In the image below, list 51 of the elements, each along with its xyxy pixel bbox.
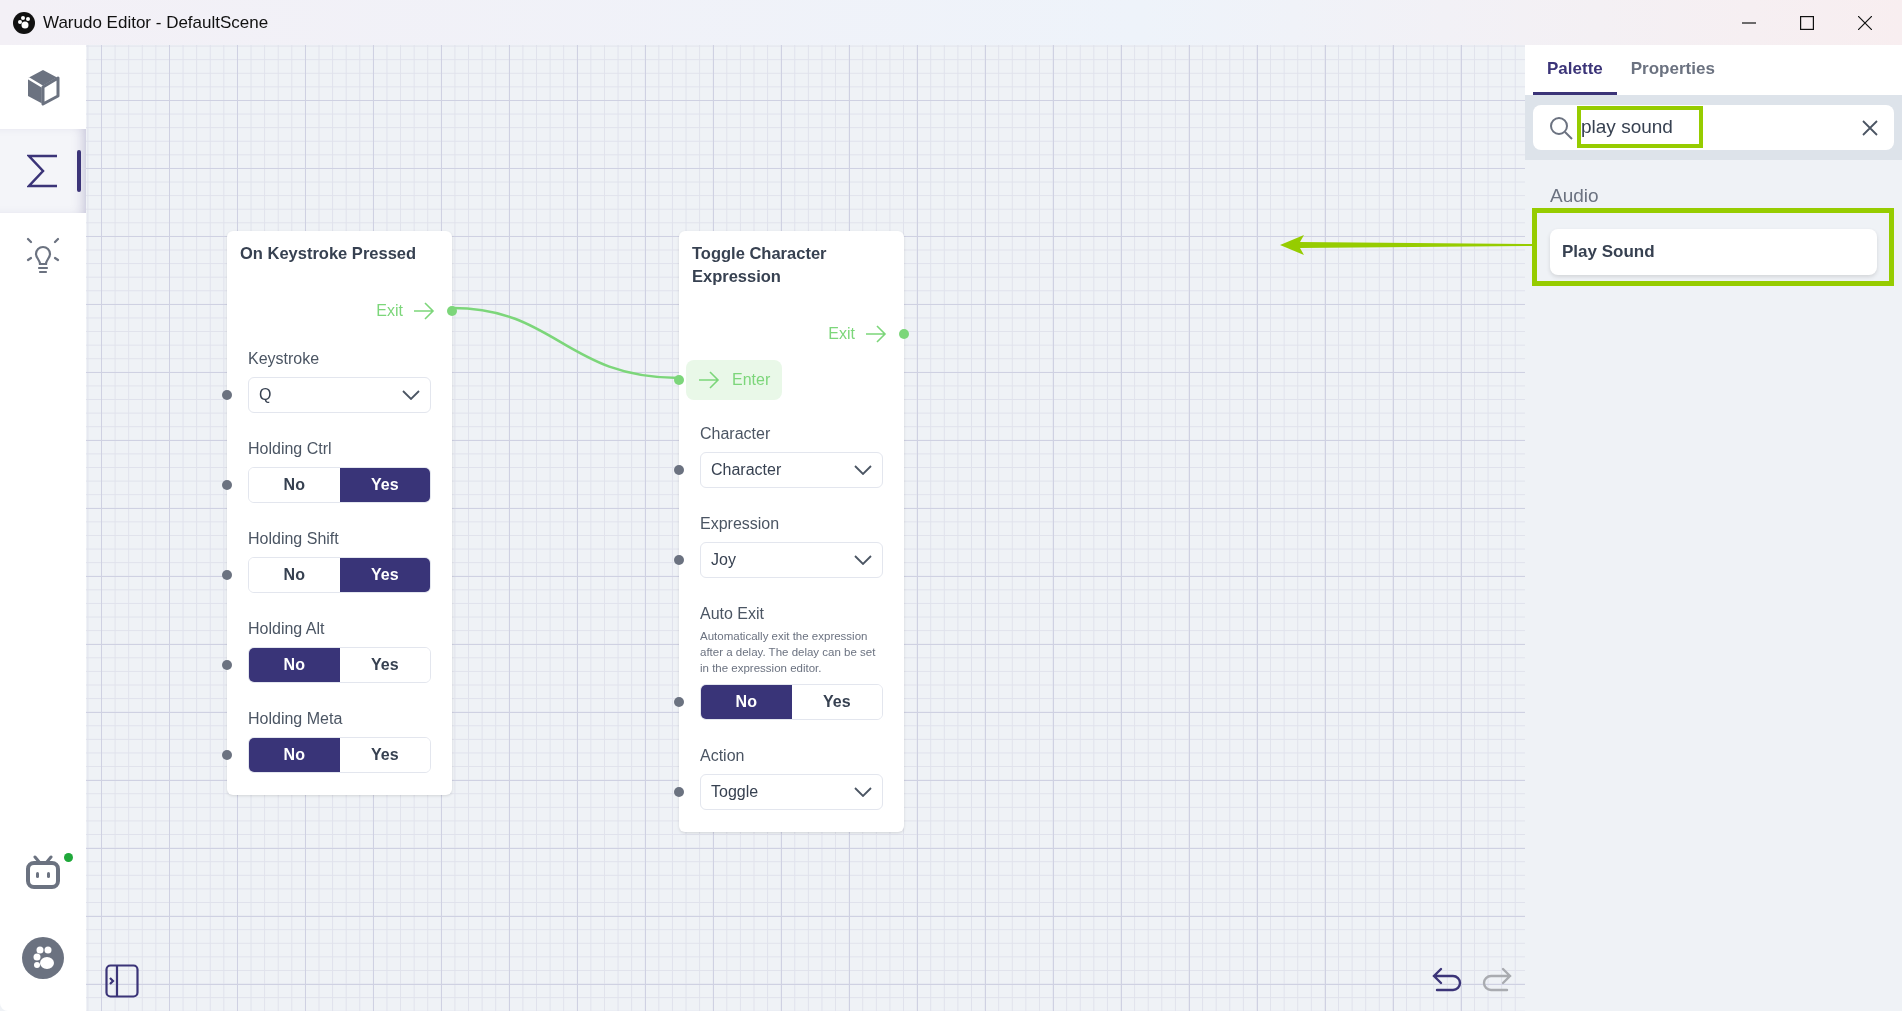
dropdown[interactable]: Toggle: [700, 774, 883, 810]
output-label: Exit: [376, 301, 403, 321]
app-logo-icon: [13, 11, 35, 34]
search-icon: [1549, 115, 1573, 140]
field-label: Character: [700, 424, 772, 444]
field-label: Holding Ctrl: [248, 439, 333, 459]
minimize-icon: [1742, 21, 1756, 24]
cube-icon: [25, 68, 61, 106]
arrow-right-icon: [413, 302, 435, 320]
sidebar-item[interactable]: [0, 129, 86, 213]
chevron-down-icon: [854, 787, 872, 797]
chevron-down-icon: [854, 465, 872, 475]
chevron-down-icon: [402, 390, 420, 400]
search-field[interactable]: play sound: [1533, 105, 1894, 150]
node-title: Toggle Character Expression: [692, 243, 828, 287]
node-title: On Keystroke Pressed: [240, 243, 418, 264]
sigma-icon: [27, 154, 59, 188]
toggle-option[interactable]: No: [249, 648, 340, 682]
dropdown[interactable]: Q: [248, 377, 431, 413]
palette-item[interactable]: Play Sound: [1550, 228, 1877, 275]
toggle-option[interactable]: No: [701, 685, 792, 719]
dropdown[interactable]: Character: [700, 452, 883, 488]
field-label: Holding Shift: [248, 529, 340, 549]
chevron-down-icon: [854, 555, 872, 565]
arrow-right-icon: [698, 371, 720, 389]
input-label: Enter: [732, 370, 771, 390]
panel-toggle-button[interactable]: [102, 961, 142, 1001]
group-heading: Audio: [1550, 184, 1600, 208]
field-label: Holding Meta: [248, 709, 344, 729]
window-title: Warudo Editor - DefaultScene: [43, 11, 269, 34]
panel-tab[interactable]: Properties: [1616, 45, 1729, 95]
selection-indicator: [77, 150, 81, 192]
paw-logo-icon: [21, 936, 65, 980]
clear-icon[interactable]: [1862, 119, 1878, 136]
dropdown[interactable]: Joy: [700, 542, 883, 578]
toggle-option[interactable]: No: [249, 738, 340, 772]
close-icon: [1858, 15, 1872, 30]
maximize-icon: [1800, 15, 1814, 30]
toggle-option[interactable]: Yes: [339, 558, 430, 592]
field-label: Keystroke: [248, 349, 321, 369]
lightbulb-icon: [25, 236, 61, 274]
sidebar-panel-icon: [105, 964, 139, 998]
output-label: Exit: [828, 324, 855, 344]
tv-robot-icon: [25, 855, 61, 889]
field-label: Expression: [700, 514, 781, 534]
field-label: Auto Exit: [700, 604, 766, 624]
arrow-right-icon: [865, 325, 887, 343]
field-label: Action: [700, 746, 746, 766]
field-description: Automatically exit the expression after a delay. The delay can be set in the expression editor.: [700, 629, 877, 676]
field-label: Holding Alt: [248, 619, 326, 639]
toggle-option[interactable]: Yes: [339, 468, 430, 502]
